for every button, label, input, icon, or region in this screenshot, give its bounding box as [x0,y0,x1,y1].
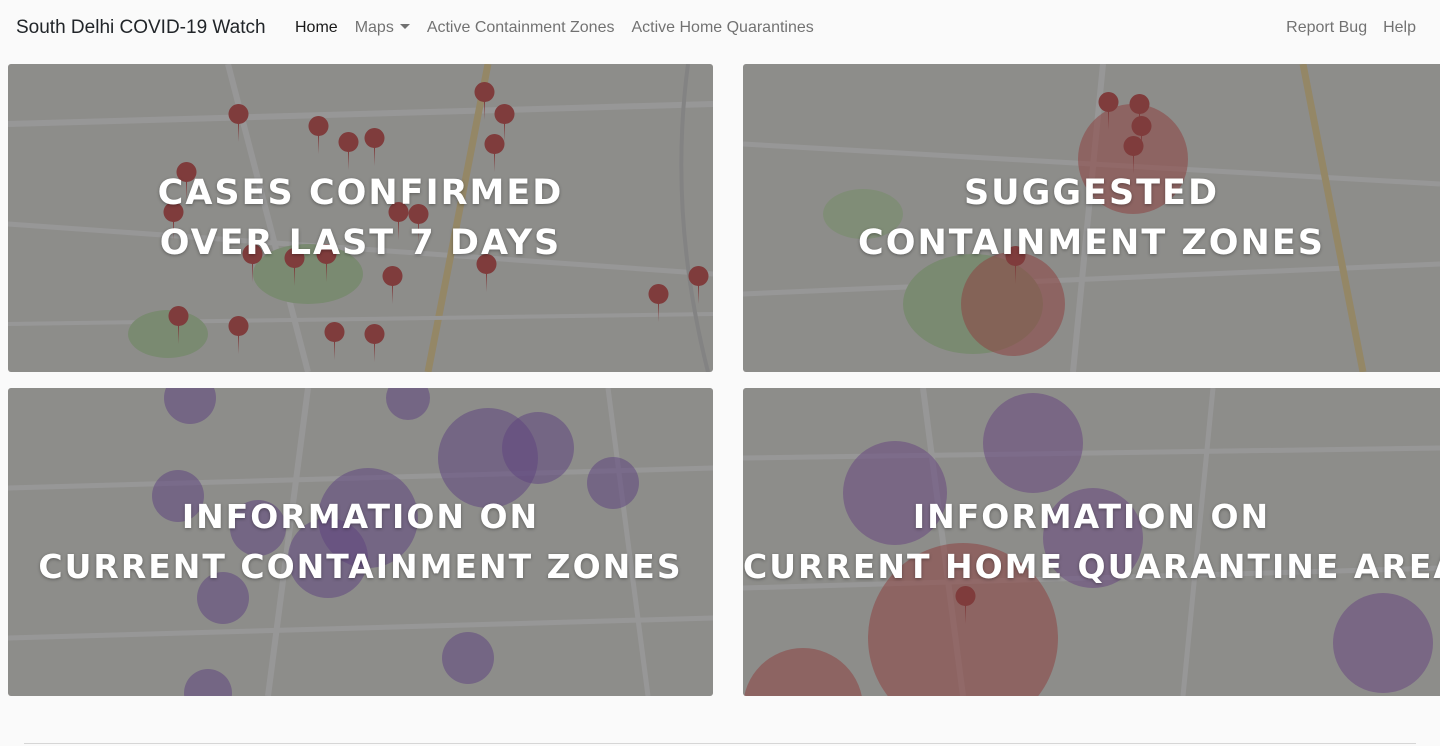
tile-current-containment-zones[interactable]: INFORMATION ON CURRENT CONTAINMENT ZONES [8,388,713,696]
nav-main: Home Maps Active Containment Zones Activ… [295,18,831,38]
tile-title: SUGGESTED CONTAINMENT ZONES [743,168,1440,268]
nav-report-bug[interactable]: Report Bug [1286,18,1367,38]
tile-title-line1: SUGGESTED [963,173,1220,213]
nav-active-home-quarantines[interactable]: Active Home Quarantines [631,18,813,38]
tile-title: INFORMATION ON CURRENT HOME QUARANTINE A… [743,492,1440,592]
tile-title: CASES CONFIRMED OVER LAST 7 DAYS [8,168,713,268]
nav-maps-dropdown[interactable]: Maps [355,18,410,38]
tile-title-line1: INFORMATION ON [181,497,540,536]
tile-cases-confirmed[interactable]: CASES CONFIRMED OVER LAST 7 DAYS [8,64,713,372]
nav-help[interactable]: Help [1383,18,1416,38]
chevron-down-icon [399,24,410,29]
tile-title-line1: CASES CONFIRMED [157,173,564,213]
tile-suggested-containment-zones[interactable]: SUGGESTED CONTAINMENT ZONES [743,64,1440,372]
tile-title-line2: CONTAINMENT ZONES [858,223,1325,263]
tile-title-line1: INFORMATION ON [912,497,1271,536]
nav-active-containment-zones[interactable]: Active Containment Zones [427,18,615,38]
nav-maps-label: Maps [354,19,394,36]
brand-link[interactable]: South Delhi COVID-19 Watch [16,16,266,40]
tile-title: INFORMATION ON CURRENT CONTAINMENT ZONES [8,492,713,592]
tile-title-line2: CURRENT HOME QUARANTINE AREAS [743,547,1440,586]
tile-title-line2: OVER LAST 7 DAYS [159,223,562,263]
footer-area [0,704,1440,746]
nav-home[interactable]: Home [295,18,338,38]
nav-secondary: Report Bug Help [1270,18,1416,38]
tile-title-line2: CURRENT CONTAINMENT ZONES [38,547,683,586]
tile-current-home-quarantine-areas[interactable]: INFORMATION ON CURRENT HOME QUARANTINE A… [743,388,1440,696]
top-navbar: South Delhi COVID-19 Watch Home Maps Act… [0,0,1440,56]
footer-divider [24,743,1416,744]
